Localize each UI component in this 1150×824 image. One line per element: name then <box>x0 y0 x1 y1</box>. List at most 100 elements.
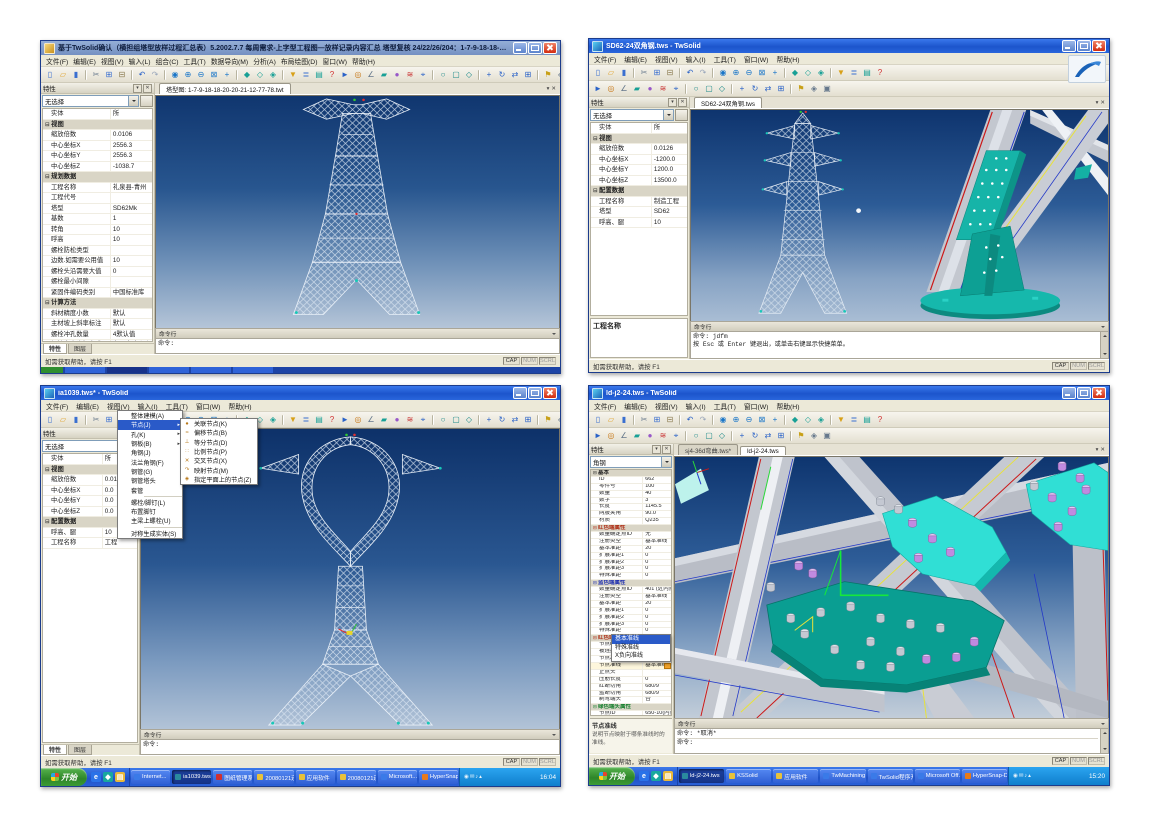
submenu-item[interactable]: ✕ 交叉节点(X) <box>181 456 257 465</box>
property-row[interactable]: 中心坐标Y 1200.0 <box>591 165 687 176</box>
command-bar-header[interactable]: 命令行 <box>155 328 560 338</box>
dropdown-option[interactable]: 特殊准线 <box>612 644 670 653</box>
menu-item[interactable]: 输入(L) <box>129 56 151 66</box>
property-row[interactable]: 塔型 SD62 <box>591 207 687 218</box>
property-row[interactable]: 数量确定点ID 无 <box>591 532 671 539</box>
toolbar-icon[interactable] <box>282 415 284 425</box>
toolbar-icon[interactable]: ◇ <box>802 414 814 426</box>
property-row[interactable]: 螺栓大小坐标方式 布局点-标识间距 <box>43 340 152 342</box>
toolbar-icon[interactable]: ↻ <box>749 83 761 95</box>
taskbar-button[interactable]: Internet... <box>131 770 170 784</box>
property-row[interactable]: 螺栓防松类型 <box>43 246 152 257</box>
menu-item[interactable]: 帮助(H) <box>352 56 375 66</box>
toolbar-icon[interactable]: ◆ <box>789 67 801 79</box>
toolbar-icon[interactable]: ► <box>592 83 604 95</box>
chevron-down-icon[interactable] <box>664 109 674 121</box>
menu-popup-item[interactable]: 螺栓/脚钉(L) <box>118 498 182 507</box>
toolbar-icon[interactable]: + <box>769 67 781 79</box>
toolbar-icon[interactable]: ◈ <box>808 83 820 95</box>
property-row[interactable]: 节点ID 650-10(内点) <box>591 711 671 716</box>
document-tab-active[interactable]: ld-j2-24.tws <box>740 446 786 455</box>
toolbar-icon[interactable]: ◎ <box>352 69 364 81</box>
toolbar-icon[interactable]: + <box>221 69 233 81</box>
minimize-button[interactable] <box>513 387 527 399</box>
titlebar[interactable]: SD62-24双角钢.tws - TwSolid <box>589 39 1109 53</box>
toolbar-icon[interactable]: ▯ <box>592 414 604 426</box>
toolbar-icon[interactable]: ● <box>391 414 403 426</box>
toolbar-icon[interactable]: ✂ <box>638 414 650 426</box>
toolbar-icon[interactable] <box>712 415 714 425</box>
menu-item[interactable]: 视图(V) <box>655 54 678 64</box>
toolbar-icon[interactable]: + <box>483 414 495 426</box>
toolbar-icon[interactable]: ► <box>339 414 351 426</box>
toolbar-icon[interactable]: ⊖ <box>743 414 755 426</box>
toolbar-icon[interactable]: ▰ <box>378 69 390 81</box>
property-row[interactable]: 扩展准距2 0 <box>591 560 671 567</box>
toolbar-icon[interactable]: ✂ <box>90 69 102 81</box>
toolbar-icon[interactable]: ⊟ <box>664 414 676 426</box>
panel-tab[interactable]: 图层 <box>68 745 92 755</box>
viewport-canvas[interactable] <box>155 95 560 328</box>
toolbar-icon[interactable]: ⇄ <box>509 414 521 426</box>
panel-tab[interactable]: 图层 <box>68 344 92 354</box>
tab-scroll-icon[interactable]: ▾ <box>547 86 550 92</box>
maximize-button[interactable] <box>1077 40 1091 52</box>
menu-item[interactable]: 窗口(W) <box>744 401 769 411</box>
property-row[interactable]: 边数.如需要公用值 10 <box>43 256 152 267</box>
close-button[interactable] <box>543 42 557 54</box>
command-line[interactable]: 命令: <box>158 340 557 348</box>
toolbar-icon[interactable]: ▼ <box>287 414 299 426</box>
toolbar-icon[interactable]: ▮ <box>618 414 630 426</box>
toolbar-icon[interactable]: ◉ <box>717 414 729 426</box>
toolbar-icon[interactable]: ≋ <box>657 83 669 95</box>
toolbar-icon[interactable]: ► <box>592 430 604 442</box>
command-line[interactable]: 命令: <box>143 741 557 749</box>
toolbar-icon[interactable]: ▮ <box>618 67 630 79</box>
menu-item[interactable]: 视图(V) <box>101 56 124 66</box>
toolbar-icon[interactable] <box>712 68 714 78</box>
property-row[interactable]: 工程代号 <box>43 193 152 204</box>
toolbar-icon[interactable]: ⊖ <box>195 69 207 81</box>
toolbar-icon[interactable]: ⊞ <box>522 69 534 81</box>
taskbar-button[interactable]: 应用软件 <box>773 769 818 783</box>
menu-item[interactable]: 工具(T) <box>184 56 206 66</box>
toolbar-icon[interactable]: ≣ <box>848 67 860 79</box>
toolbar-icon[interactable] <box>731 431 733 441</box>
toolbar-icon[interactable]: ↻ <box>749 430 761 442</box>
taskbar-button[interactable]: HyperSnap-DX <box>419 770 458 784</box>
command-input-area[interactable]: 命令: <box>155 338 560 354</box>
toolbar-icon[interactable]: ⊕ <box>730 414 742 426</box>
property-row[interactable]: 缩放倍数 0.0126 <box>591 144 687 155</box>
taskbar-button[interactable]: 20080121还原 <box>254 770 293 784</box>
toolbar-icon[interactable]: ○ <box>437 414 449 426</box>
toolbar-icon[interactable] <box>432 70 434 80</box>
toolbar-icon[interactable]: ◇ <box>254 69 266 81</box>
document-tab-inactive[interactable]: sj4-36d弯曲.tws* <box>678 444 738 455</box>
toolbar-icon[interactable]: ↶ <box>136 69 148 81</box>
property-row[interactable]: 工程名称 礼泉县-青州 <box>43 183 152 194</box>
menu-popup-item[interactable]: 钢板(B) ▸ <box>118 439 182 448</box>
menu-item[interactable]: 编辑(E) <box>624 401 647 411</box>
menu-popup-item[interactable]: 钢管塔头 <box>118 476 182 485</box>
menu-item[interactable]: 分析(A) <box>253 56 276 66</box>
toolbar-icon[interactable]: ⚑ <box>795 83 807 95</box>
toolbar-icon[interactable]: ▢ <box>450 69 462 81</box>
toolbar-icon[interactable]: ◎ <box>605 430 617 442</box>
titlebar[interactable]: 基于TwSolid确认（横担组塔型放样过程汇总表）5.2002.7.7 每周需求… <box>41 41 560 55</box>
chevron-down-icon[interactable] <box>129 95 139 107</box>
toolbar-icon[interactable]: ↻ <box>496 414 508 426</box>
taskbar-button[interactable]: 应用软件 <box>296 770 335 784</box>
property-row[interactable]: 数字 3 <box>591 498 671 505</box>
toolbar-icon[interactable] <box>282 70 284 80</box>
property-row[interactable]: 计算方法 <box>43 298 152 309</box>
toolbar-icon[interactable]: ▱ <box>605 67 617 79</box>
toolbar-icon[interactable] <box>537 415 539 425</box>
command-input-area[interactable]: 命令: jdfm 按 Esc 或 Enter 键退出，或单击右键显示快捷菜单。 <box>690 331 1109 359</box>
toolbar-icon[interactable]: ◈ <box>555 414 560 426</box>
toolbar-icon[interactable]: ⊞ <box>651 67 663 79</box>
menu-popup-item[interactable]: 角钢(J) <box>118 448 182 457</box>
toolbar-icon[interactable]: ? <box>326 414 338 426</box>
menu-popup-item[interactable]: 钢管(G) <box>118 467 182 476</box>
property-row[interactable]: 主材坡上斜率标注 默认 <box>43 319 152 330</box>
toolbar-icon[interactable]: ▤ <box>861 67 873 79</box>
